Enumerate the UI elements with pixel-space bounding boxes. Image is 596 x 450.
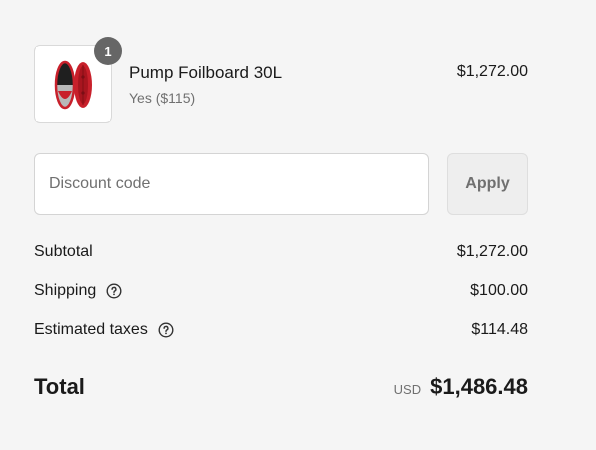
taxes-label: Estimated taxes: [34, 321, 148, 338]
shipping-help-icon[interactable]: [106, 283, 122, 299]
quantity-badge: 1: [94, 37, 122, 65]
shipping-label: Shipping: [34, 282, 97, 299]
product-variant: Yes ($115): [129, 90, 196, 106]
discount-form: Apply: [34, 153, 528, 215]
total-label: Total: [34, 374, 85, 399]
taxes-help-icon[interactable]: [158, 322, 174, 338]
line-item: 1 Pump Foilboard 30L Yes ($115) $1,272.0…: [34, 37, 528, 123]
subtotal-label: Subtotal: [34, 243, 93, 260]
shipping-value: $100.00: [470, 282, 528, 299]
taxes-line: Estimated taxes $114.48: [34, 321, 528, 343]
product-price: $1,272.00: [456, 63, 528, 80]
subtotal-value: $1,272.00: [456, 243, 528, 260]
currency-code: USD: [393, 382, 422, 397]
apply-discount-button[interactable]: Apply: [447, 153, 528, 215]
product-name: Pump Foilboard 30L: [129, 63, 283, 82]
total-line: Total USD $1,486.48: [34, 374, 528, 404]
discount-code-input[interactable]: [34, 153, 429, 215]
subtotal-line: Subtotal $1,272.00: [34, 243, 528, 265]
total-amount: $1,486.48: [430, 374, 528, 399]
product-thumbnail: 1: [34, 37, 122, 123]
shipping-line: Shipping $100.00: [34, 282, 528, 304]
taxes-value: $114.48: [471, 321, 528, 338]
